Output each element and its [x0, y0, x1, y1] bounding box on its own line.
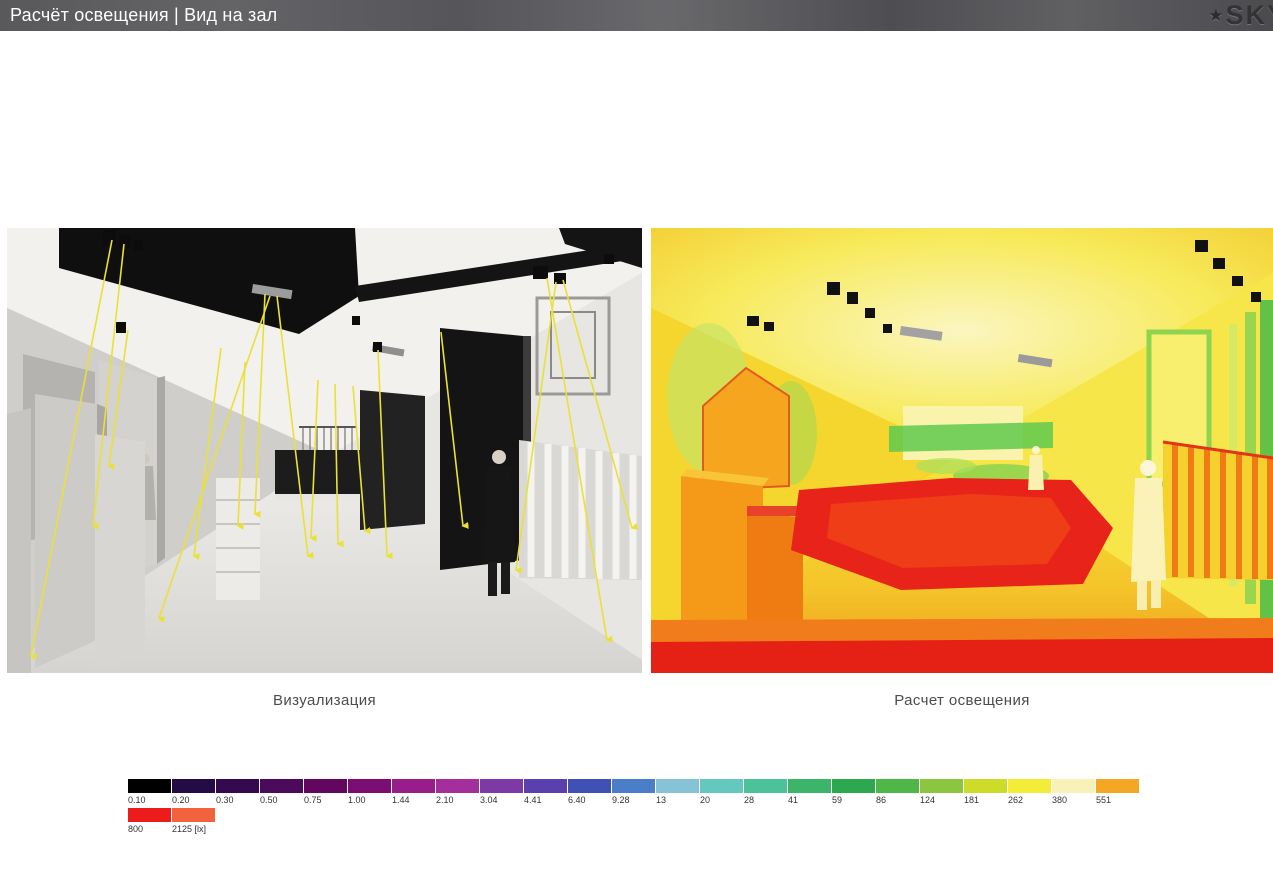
legend-value-label: 20 [700, 795, 711, 805]
calculation-caption: Расчет освещения [894, 692, 1030, 709]
false-color-legend: 0.10 0.20 0.30 0.50 0.75 1.00 1.44 2.10 3.04 4.41… [128, 779, 1140, 834]
logo-text: SKY [1225, 0, 1273, 30]
legend-cell: 0.75 [304, 779, 348, 805]
legend-cell: 86 [876, 779, 920, 805]
legend-swatch [172, 808, 216, 822]
legend-swatch [348, 779, 392, 793]
false-color-image [651, 228, 1273, 673]
visualization-caption: Визуализация [272, 692, 376, 709]
legend-cell: 0.50 [260, 779, 304, 805]
legend-swatch [744, 779, 788, 793]
legend-swatch [1096, 779, 1140, 793]
legend-value-label: 0.10 [128, 795, 146, 805]
legend-cell: 0.20 [172, 779, 216, 805]
legend-value-label: 41 [788, 795, 799, 805]
legend-value-label: 3.04 [480, 795, 498, 805]
legend-cell: 800 [128, 808, 172, 834]
legend-value-label: 181 [964, 795, 980, 805]
visualization-figure: Визуализация [7, 228, 642, 709]
legend-value-label: 551 [1096, 795, 1112, 805]
legend-cell: 551 [1096, 779, 1140, 805]
legend-swatch [700, 779, 744, 793]
legend-value-label: 0.75 [304, 795, 322, 805]
legend-value-label: 13 [656, 795, 667, 805]
legend-cell: 1.00 [348, 779, 392, 805]
legend-swatch [612, 779, 656, 793]
legend-swatch [656, 779, 700, 793]
legend-value-label: 59 [832, 795, 843, 805]
visualization-image [7, 228, 642, 673]
legend-value-label: 9.28 [612, 795, 630, 805]
page-title: Расчёт освещения | Вид на зал [10, 5, 278, 25]
legend-value-label: 380 [1052, 795, 1068, 805]
legend-cell: 2125 [lx] [172, 808, 216, 834]
legend-value-label: 1.44 [392, 795, 410, 805]
legend-cell: 20 [700, 779, 744, 805]
reception-desk [275, 450, 361, 500]
visualization-scene [7, 228, 642, 673]
legend-cell: 28 [744, 779, 788, 805]
legend-swatch [436, 779, 480, 793]
sky-logo: ★ SKY [1208, 0, 1273, 31]
legend-swatch [964, 779, 1008, 793]
legend-swatch [876, 779, 920, 793]
legend-value-label: 28 [744, 795, 755, 805]
legend-value-label: 0.30 [216, 795, 234, 805]
legend-swatch [1052, 779, 1096, 793]
false-color-scene [651, 228, 1273, 673]
legend-cell: 181 [964, 779, 1008, 805]
legend-swatch [304, 779, 348, 793]
legend-cell: 262 [1008, 779, 1052, 805]
legend-swatch [128, 779, 172, 793]
slide: Расчёт освещения | Вид на зал ★ SKY [0, 0, 1273, 888]
legend-swatch [788, 779, 832, 793]
legend-value-label: 6.40 [568, 795, 586, 805]
legend-cell: 380 [1052, 779, 1096, 805]
legend-swatch [568, 779, 612, 793]
legend-swatch [392, 779, 436, 793]
legend-cell: 0.10 [128, 779, 172, 805]
legend-cell: 59 [832, 779, 876, 805]
legend-cell: 41 [788, 779, 832, 805]
legend-value-label: 0.50 [260, 795, 278, 805]
legend-cell: 3.04 [480, 779, 524, 805]
legend-cell: 13 [656, 779, 700, 805]
legend-value-label: 800 [128, 824, 144, 834]
legend-swatch [172, 779, 216, 793]
slatted-shelf-right [519, 440, 642, 580]
legend-cell: 2.10 [436, 779, 480, 805]
legend-cell: 0.30 [216, 779, 260, 805]
legend-swatch [216, 779, 260, 793]
legend-value-label: 2.10 [436, 795, 454, 805]
legend-swatch [1008, 779, 1052, 793]
legend-value-label: 124 [920, 795, 936, 805]
legend-value-label: 0.20 [172, 795, 190, 805]
legend-swatch [480, 779, 524, 793]
legend-swatch [920, 779, 964, 793]
legend-cell: 6.40 [568, 779, 612, 805]
legend-value-label: 4.41 [524, 795, 542, 805]
legend-cell: 9.28 [612, 779, 656, 805]
legend-cell: 124 [920, 779, 964, 805]
legend-swatch [524, 779, 568, 793]
legend-row-1: 0.10 0.20 0.30 0.50 0.75 1.00 1.44 2.10 3.04 4.41… [128, 779, 1140, 805]
legend-cell: 4.41 [524, 779, 568, 805]
legend-value-label: 1.00 [348, 795, 366, 805]
slatted-shelf-right [1162, 440, 1273, 580]
legend-value-label: 262 [1008, 795, 1024, 805]
star-icon: ★ [1208, 5, 1224, 25]
legend-row-2: 800 2125 [lx] [128, 808, 1140, 834]
legend-value-label: 86 [876, 795, 887, 805]
legend-swatch [260, 779, 304, 793]
calculation-figure: Расчет освещения [651, 228, 1273, 709]
legend-cell: 1.44 [392, 779, 436, 805]
title-bar: Расчёт освещения | Вид на зал ★ SKY [0, 0, 1273, 31]
legend-swatch [832, 779, 876, 793]
legend-swatch [128, 808, 172, 822]
legend-value-label: 2125 [lx] [172, 824, 207, 834]
